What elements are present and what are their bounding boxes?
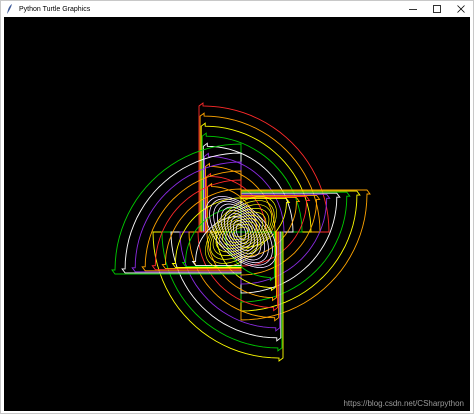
sector-outline: [199, 112, 321, 233]
sector-outline: [161, 231, 283, 352]
minimize-icon[interactable]: [401, 1, 425, 17]
turtle-canvas[interactable]: https://blog.csdn.net/CSharpython: [4, 17, 470, 411]
window-controls: [401, 1, 473, 17]
sector-outline: [121, 152, 242, 274]
window-title: Python Turtle Graphics: [19, 5, 91, 13]
watermark: https://blog.csdn.net/CSharpython: [343, 399, 464, 408]
maximize-icon[interactable]: [425, 1, 449, 17]
feather-icon: [5, 4, 15, 14]
close-icon[interactable]: [449, 1, 473, 17]
pinwheel-drawing: [111, 102, 371, 362]
turtle-window: Python Turtle Graphics https://blog.csdn…: [0, 0, 474, 414]
sector-outline: [240, 190, 361, 312]
title-bar[interactable]: Python Turtle Graphics: [1, 1, 473, 17]
